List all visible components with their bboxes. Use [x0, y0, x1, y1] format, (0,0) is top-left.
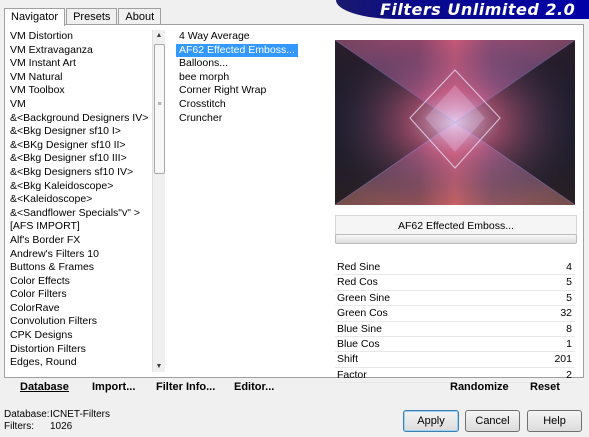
param-value[interactable]: 5 — [566, 291, 575, 305]
category-item[interactable]: &<Background Designers IV> — [7, 112, 152, 126]
param-name: Shift — [337, 353, 359, 366]
category-item[interactable]: [AFS IMPORT] — [7, 220, 152, 234]
param-row[interactable]: Blue Sine 8 — [335, 322, 575, 337]
category-item[interactable]: &<Bkg Designer sf10 III> — [7, 152, 152, 166]
category-item[interactable]: CPK Designs — [7, 329, 152, 343]
filter-item[interactable]: Corner Right Wrap — [176, 84, 326, 98]
category-item[interactable]: VM Natural — [7, 71, 152, 85]
app-title: Filters Unlimited 2.0 — [380, 0, 576, 19]
filter-item[interactable]: Balloons... — [176, 57, 326, 71]
category-item[interactable]: VM Instant Art — [7, 57, 152, 71]
filter-list[interactable]: 4 Way Average AF62 Effected Emboss... Ball… — [176, 30, 326, 372]
category-item[interactable]: Convolution Filters — [7, 315, 152, 329]
category-item[interactable]: Andrew's Filters 10 — [7, 248, 152, 262]
category-item[interactable]: &<BKg Designer sf10 II> — [7, 139, 152, 153]
category-item[interactable]: Alf's Border FX — [7, 234, 152, 248]
category-item[interactable]: VM — [7, 98, 152, 112]
filter-item[interactable]: AF62 Effected Emboss... — [176, 43, 298, 58]
category-list[interactable]: VM Distortion VM Extravaganza VM Instant A… — [7, 30, 152, 372]
tab-navigator[interactable]: Navigator — [4, 8, 66, 26]
category-item[interactable]: Distortion Filters — [7, 343, 152, 357]
param-row[interactable]: Blue Cos 1 — [335, 337, 575, 353]
category-item[interactable]: ColorRave — [7, 302, 152, 316]
status-database-value: ICNET-Filters — [50, 409, 110, 420]
status-database-label: Database: — [4, 409, 50, 420]
category-item[interactable]: Color Effects — [7, 275, 152, 289]
filter-item[interactable]: Cruncher — [176, 112, 326, 126]
param-row[interactable]: Red Cos 5 — [335, 275, 575, 291]
randomize-button[interactable]: Randomize — [450, 381, 509, 393]
param-name: Red Sine — [337, 261, 381, 273]
cancel-button[interactable]: Cancel — [465, 410, 520, 432]
param-name: Green Cos — [337, 307, 388, 320]
param-name: Red Cos — [337, 276, 378, 289]
category-item[interactable]: VM Distortion — [7, 30, 152, 44]
category-item[interactable]: &<Bkg Designer sf10 I> — [7, 125, 152, 139]
import-button[interactable]: Import... — [92, 381, 135, 393]
category-item[interactable]: &<Bkg Designers sf10 IV> — [7, 166, 152, 180]
apply-button[interactable]: Apply — [403, 410, 459, 432]
param-row[interactable]: Green Sine 5 — [335, 291, 575, 307]
param-name: Blue Cos — [337, 337, 380, 350]
scroll-up-arrow-icon[interactable]: ▲ — [153, 32, 165, 39]
param-row[interactable]: Green Cos 32 — [335, 306, 575, 322]
param-value[interactable]: 2 — [566, 368, 575, 382]
status-filters-label: Filters: — [4, 421, 34, 432]
filter-item[interactable]: bee morph — [176, 71, 326, 85]
reset-button[interactable]: Reset — [530, 381, 560, 393]
tab-bar: Navigator Presets About — [4, 8, 162, 26]
category-item[interactable]: &<Kaleidoscope> — [7, 193, 152, 207]
category-item[interactable]: &<Sandflower Specials"v" > — [7, 207, 152, 221]
filter-item[interactable]: 4 Way Average — [176, 30, 326, 44]
editor-button[interactable]: Editor... — [234, 381, 274, 393]
param-value[interactable]: 5 — [566, 275, 575, 289]
param-name: Blue Sine — [337, 322, 382, 335]
param-value[interactable]: 4 — [566, 260, 575, 274]
param-value[interactable]: 1 — [566, 337, 575, 351]
scroll-thumb[interactable]: ≡ — [154, 44, 165, 174]
category-item[interactable]: Color Filters — [7, 288, 152, 302]
category-item[interactable]: Buttons & Frames — [7, 261, 152, 275]
param-value[interactable]: 32 — [560, 306, 575, 320]
category-scrollbar[interactable]: ▲ ≡ ▼ — [152, 30, 165, 372]
parameter-list: Red Sine 4 Red Cos 5 Green Sine 5 Green Cos 32 B… — [335, 260, 575, 384]
param-row[interactable]: Shift 201 — [335, 352, 575, 368]
param-name: Green Sine — [337, 291, 391, 304]
status-filters-value: 1026 — [50, 421, 73, 432]
tab-presets[interactable]: Presets — [66, 8, 118, 24]
param-name: Factor — [337, 368, 367, 381]
param-value[interactable]: 201 — [554, 352, 575, 366]
grip-icon: ≡ — [157, 101, 162, 108]
filter-info-button[interactable]: Filter Info... — [156, 381, 215, 393]
help-button[interactable]: Help — [527, 410, 582, 432]
category-item[interactable]: VM Extravaganza — [7, 44, 152, 58]
category-item[interactable]: VM Toolbox — [7, 84, 152, 98]
filter-item[interactable]: Crosstitch — [176, 98, 326, 112]
progress-bar — [335, 234, 577, 244]
database-button[interactable]: Database — [20, 381, 69, 393]
tab-about[interactable]: About — [118, 8, 162, 24]
param-row[interactable]: Red Sine 4 — [335, 260, 575, 276]
preview-image — [334, 39, 576, 206]
category-item[interactable]: Edges, Round — [7, 356, 152, 370]
param-value[interactable]: 8 — [566, 322, 575, 336]
scroll-down-arrow-icon[interactable]: ▼ — [153, 363, 165, 370]
category-item[interactable]: &<Bkg Kaleidoscope> — [7, 180, 152, 194]
